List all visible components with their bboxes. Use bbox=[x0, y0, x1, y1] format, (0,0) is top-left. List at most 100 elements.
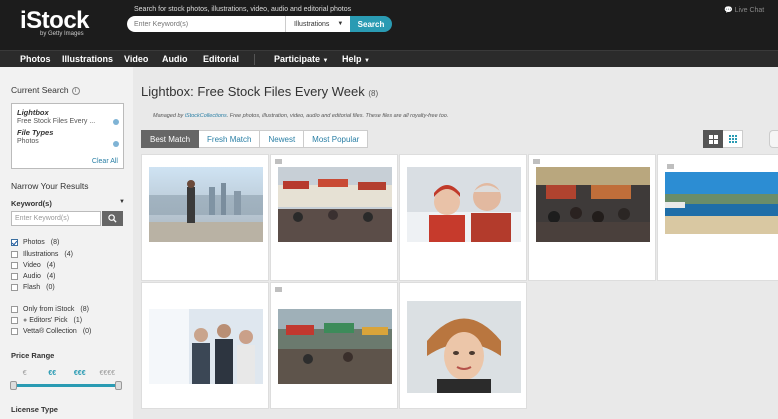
price-tier-2[interactable]: €€ bbox=[39, 370, 67, 382]
sort-tab-best-match[interactable]: Best Match bbox=[141, 130, 200, 148]
beach-panorama-image[interactable] bbox=[665, 172, 778, 234]
lightbox-add-icon[interactable] bbox=[666, 163, 675, 170]
nav-item-photos[interactable]: Photos bbox=[20, 54, 51, 64]
chevron-down-icon[interactable]: ▼ bbox=[119, 199, 125, 205]
sort-tab-fresh-match[interactable]: Fresh Match bbox=[199, 130, 261, 148]
narrow-results-title: Narrow Your Results bbox=[11, 181, 89, 191]
clear-all-link[interactable]: Clear All bbox=[92, 158, 118, 165]
filter-only-istock[interactable]: Only from iStock (8) bbox=[11, 306, 89, 313]
filter-label: Editors' Pick bbox=[29, 317, 68, 324]
logo-subtitle: by Getty Images bbox=[40, 31, 84, 37]
large-grid-view-button[interactable] bbox=[703, 130, 723, 148]
chevron-left-icon[interactable] bbox=[769, 130, 778, 148]
happy-couple-snow-image[interactable] bbox=[407, 167, 521, 242]
nav-item-audio[interactable]: Audio bbox=[162, 54, 188, 64]
live-chat-link[interactable]: 💬 Live Chat bbox=[724, 6, 764, 14]
sort-tab-newest[interactable]: Newest bbox=[260, 130, 305, 148]
site-header: iStock by Getty Images Search for stock … bbox=[0, 0, 778, 50]
keyword-filter-input[interactable]: Enter Keyword(s) bbox=[11, 211, 101, 226]
result-tile[interactable] bbox=[270, 282, 398, 409]
checkbox[interactable] bbox=[11, 251, 18, 258]
sort-tab-most-popular[interactable]: Most Popular bbox=[304, 130, 369, 148]
checkbox[interactable] bbox=[11, 317, 18, 324]
cs-file-types-label: File Types bbox=[17, 128, 54, 137]
page-title: Lightbox: Free Stock Files Every Week (8… bbox=[141, 84, 378, 99]
nav-item-help[interactable]: Help ▼ bbox=[342, 54, 370, 64]
filter-vetta[interactable]: Vetta® Collection (0) bbox=[11, 328, 91, 335]
lightbox-add-icon[interactable] bbox=[532, 158, 541, 165]
checkbox[interactable] bbox=[11, 306, 18, 313]
filter-count: (8) bbox=[50, 239, 60, 246]
filter-label: Illustrations bbox=[23, 251, 59, 258]
filter-audio[interactable]: Audio (4) bbox=[11, 273, 55, 280]
search-category-select[interactable]: Illustrations ▼ bbox=[285, 16, 350, 32]
chevron-down-icon: ▼ bbox=[337, 21, 344, 27]
filter-label: Vetta® Collection bbox=[23, 328, 77, 335]
street-market-image[interactable] bbox=[278, 309, 392, 384]
small-grid-view-button[interactable] bbox=[723, 130, 743, 148]
keyword-search-button[interactable] bbox=[102, 211, 123, 226]
filter-label: Photos bbox=[23, 239, 45, 246]
winter-market-image[interactable] bbox=[278, 167, 392, 242]
nav-item-participate[interactable]: Participate ▼ bbox=[274, 54, 329, 64]
filter-illustrations[interactable]: Illustrations (4) bbox=[11, 251, 73, 258]
filter-flash[interactable]: Flash (0) bbox=[11, 284, 55, 291]
filter-editors-pick[interactable]: ● Editors' Pick (1) bbox=[11, 317, 82, 324]
remove-filter-icon[interactable] bbox=[113, 119, 119, 125]
checkbox[interactable] bbox=[11, 328, 18, 335]
lightbox-title: Lightbox: Free Stock Files Every Week bbox=[141, 84, 365, 99]
checkbox[interactable] bbox=[11, 284, 18, 291]
managed-suffix: . Free photos, illustration, video, audi… bbox=[226, 113, 449, 119]
nav-item-editorial[interactable]: Editorial bbox=[203, 54, 239, 64]
checkbox[interactable] bbox=[11, 239, 18, 246]
help-label: Help bbox=[342, 54, 362, 64]
chat-icon: 💬 bbox=[724, 7, 733, 14]
market-crowd-image[interactable] bbox=[536, 167, 650, 242]
price-slider-min-handle[interactable] bbox=[10, 381, 17, 390]
result-tile[interactable] bbox=[528, 154, 656, 281]
managed-by-text: Managed by iStockCollections. Free photo… bbox=[153, 113, 448, 119]
nav-item-illustrations[interactable]: Illustrations bbox=[62, 54, 113, 64]
filter-label: Video bbox=[23, 262, 41, 269]
filter-photos[interactable]: Photos (8) bbox=[11, 239, 59, 246]
fur-hat-woman-image[interactable] bbox=[407, 301, 521, 393]
search-category-value: Illustrations bbox=[294, 20, 330, 28]
price-tier-3[interactable]: €€€ bbox=[66, 370, 94, 382]
lightbox-add-icon[interactable] bbox=[274, 158, 283, 165]
result-tile[interactable] bbox=[399, 282, 527, 409]
managed-by-link[interactable]: iStockCollections bbox=[185, 113, 227, 119]
main-nav: Photos Illustrations Video Audio Editori… bbox=[0, 50, 778, 67]
price-slider-max-handle[interactable] bbox=[115, 381, 122, 390]
live-chat-label: Live Chat bbox=[734, 7, 765, 14]
filter-count: (8) bbox=[80, 306, 89, 313]
sort-tabs: Best Match Fresh Match Newest Most Popul… bbox=[141, 130, 369, 148]
search-input[interactable] bbox=[127, 17, 287, 31]
business-people-image[interactable] bbox=[149, 309, 263, 384]
search-icon bbox=[108, 214, 117, 223]
managed-prefix: Managed by bbox=[153, 113, 184, 119]
info-icon[interactable]: i bbox=[71, 86, 80, 95]
ribbon-icon: ● bbox=[23, 317, 28, 324]
result-tile[interactable] bbox=[399, 154, 527, 281]
checkbox[interactable] bbox=[11, 262, 18, 269]
lightbox-add-icon[interactable] bbox=[274, 286, 283, 293]
large-grid-icon bbox=[708, 134, 718, 144]
stretching-runner-image[interactable] bbox=[149, 167, 263, 242]
filter-video[interactable]: Video (4) bbox=[11, 262, 55, 269]
istock-logo[interactable]: iStock by Getty Images bbox=[20, 8, 90, 38]
nav-item-video[interactable]: Video bbox=[124, 54, 148, 64]
current-search-heading: Current Search i bbox=[11, 85, 80, 95]
result-tile[interactable] bbox=[657, 154, 778, 281]
price-range-title: Price Range bbox=[11, 351, 55, 360]
price-slider-track[interactable] bbox=[13, 384, 119, 387]
result-tile[interactable] bbox=[141, 154, 269, 281]
filter-count: (4) bbox=[64, 251, 73, 258]
search-button[interactable]: Search bbox=[350, 16, 392, 32]
nav-divider bbox=[254, 54, 255, 65]
result-tile[interactable] bbox=[141, 282, 269, 409]
result-tile[interactable] bbox=[270, 154, 398, 281]
checkbox[interactable] bbox=[11, 273, 18, 280]
filter-label: Only from iStock bbox=[23, 306, 75, 313]
filter-count: (0) bbox=[82, 328, 92, 335]
remove-filter-icon[interactable] bbox=[113, 141, 119, 147]
